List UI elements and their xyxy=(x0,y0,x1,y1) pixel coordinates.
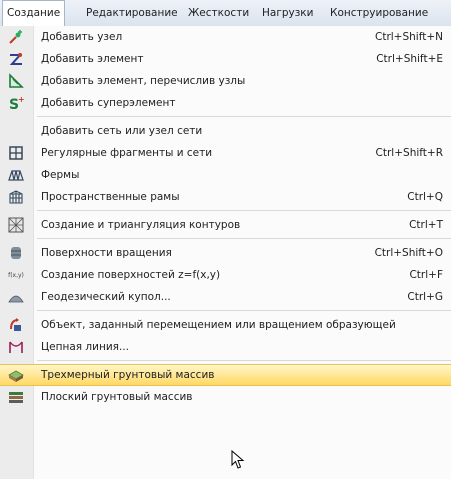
menu-item-trusses[interactable]: Фермы xyxy=(0,164,451,186)
menu-item-label: Плоский грунтовый массив xyxy=(41,391,193,403)
menu-item-label: Добавить суперэлемент xyxy=(41,97,176,109)
menu-item-shortcut: Ctrl+Shift+O xyxy=(374,247,443,259)
menu-redaktirovanie[interactable]: Редактирование xyxy=(86,0,178,26)
menu-item-catenary[interactable]: Цепная линия... xyxy=(0,336,451,358)
menu-item-label: Регулярные фрагменты и сети xyxy=(41,147,213,159)
menu-item-shortcut: Ctrl+T xyxy=(409,219,443,231)
menu-item-function-surfaces[interactable]: f(x,y) Создание поверхностей z=f(x,y) Ct… xyxy=(0,264,451,286)
menu-konstruirovanie[interactable]: Конструирование xyxy=(330,0,428,26)
menu-item-add-superelement[interactable]: S + Добавить суперэлемент xyxy=(0,92,451,114)
menu-separator xyxy=(37,210,451,211)
add-node-icon xyxy=(8,29,24,45)
menu-item-regular-fragments[interactable]: Регулярные фрагменты и сети Ctrl+Shift+R xyxy=(0,142,451,164)
add-element-by-nodes-icon xyxy=(8,73,24,89)
menu-item-shortcut: Ctrl+Shift+R xyxy=(375,147,443,159)
menu-item-geodesic-dome[interactable]: Геодезический купол... Ctrl+G xyxy=(0,286,451,308)
menu-item-add-element[interactable]: Добавить элемент Ctrl+Shift+E xyxy=(0,48,451,70)
menu-separator xyxy=(37,360,451,361)
catenary-icon xyxy=(8,339,24,355)
menu-separator xyxy=(37,238,451,239)
add-element-icon xyxy=(8,51,24,67)
menu-item-label: Добавить сеть или узел сети xyxy=(41,125,203,137)
menu-item-label: Фермы xyxy=(41,169,80,181)
geodesic-dome-icon xyxy=(8,289,24,305)
menu-item-label: Цепная линия... xyxy=(41,341,129,353)
menu-item-label: Добавить узел xyxy=(41,31,123,43)
menu-item-soil-3d[interactable]: Трехмерный грунтовый массив xyxy=(0,364,451,386)
surface-of-revolution-icon xyxy=(8,245,24,261)
menu-sozdanie[interactable]: Создание xyxy=(2,0,66,27)
spatial-frame-icon xyxy=(8,189,24,205)
menu-item-label: Создание и триангуляция контуров xyxy=(41,219,241,231)
menu-item-generatrix-object[interactable]: Объект, заданный перемещением или вращен… xyxy=(0,314,451,336)
menu-item-label: Поверхности вращения xyxy=(41,247,172,259)
mouse-cursor-icon xyxy=(231,450,245,469)
menu-bar: Создание Редактирование Жесткости Нагруз… xyxy=(0,0,451,27)
regular-fragments-icon xyxy=(8,145,24,161)
menu-item-label: Геодезический купол... xyxy=(41,291,171,303)
menu-item-label: Создание поверхностей z=f(x,y) xyxy=(41,269,221,281)
menu-separator xyxy=(37,116,451,117)
menu-item-label: Пространственные рамы xyxy=(41,191,180,203)
truss-icon xyxy=(8,167,24,183)
menu-item-add-element-by-nodes[interactable]: Добавить элемент, перечислив узлы xyxy=(0,70,451,92)
menu-item-shortcut: Ctrl+Shift+N xyxy=(375,31,443,43)
menu-zhestkosti[interactable]: Жесткости xyxy=(188,0,249,26)
menu-item-shortcut: Ctrl+Q xyxy=(407,191,443,203)
svg-text:+: + xyxy=(18,95,24,104)
menu-item-triangulation[interactable]: Создание и триангуляция контуров Ctrl+T xyxy=(0,214,451,236)
menu-item-label: Добавить элемент xyxy=(41,53,144,65)
soil-3d-icon xyxy=(8,367,24,383)
menu-item-soil-plane[interactable]: Плоский грунтовый массив xyxy=(0,386,451,408)
menu-nagruzki[interactable]: Нагрузки xyxy=(262,0,313,26)
menu-item-add-network[interactable]: Добавить сеть или узел сети xyxy=(0,120,451,142)
triangulation-icon xyxy=(8,217,24,233)
generatrix-object-icon xyxy=(8,317,24,333)
menu-item-spatial-frames[interactable]: Пространственные рамы Ctrl+Q xyxy=(0,186,451,208)
menu-separator xyxy=(37,310,451,311)
menu-item-label: Объект, заданный перемещением или вращен… xyxy=(41,319,396,331)
soil-plane-icon xyxy=(8,389,24,405)
sozdanie-dropdown-menu: Добавить узел Ctrl+Shift+N Добавить элем… xyxy=(0,26,451,479)
function-surface-icon-text: f(x,y) xyxy=(8,271,24,279)
menu-item-shortcut: Ctrl+Shift+E xyxy=(376,53,443,65)
menu-item-shortcut: Ctrl+F xyxy=(409,269,443,281)
menu-item-label: Трехмерный грунтовый массив xyxy=(41,369,215,381)
menu-item-label: Добавить элемент, перечислив узлы xyxy=(41,75,246,87)
menu-item-surfaces-of-revolution[interactable]: Поверхности вращения Ctrl+Shift+O xyxy=(0,242,451,264)
menu-item-add-node[interactable]: Добавить узел Ctrl+Shift+N xyxy=(0,26,451,48)
superelement-icon: S + xyxy=(8,95,24,111)
function-surface-icon: f(x,y) xyxy=(8,267,24,283)
menu-item-shortcut: Ctrl+G xyxy=(407,291,443,303)
